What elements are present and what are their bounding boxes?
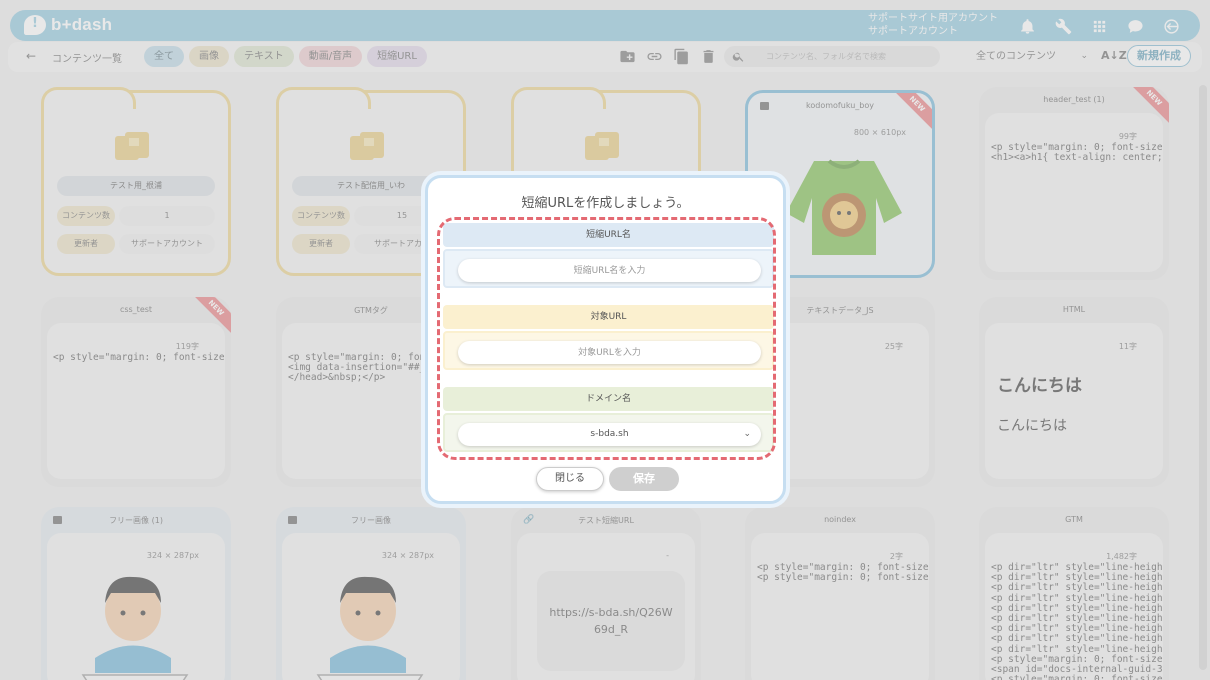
highlight-dashed-outline (437, 217, 776, 460)
close-button[interactable]: 閉じる (536, 467, 604, 491)
create-short-url-modal: 短縮URLを作成しましょう。 短縮URL名 対象URL ドメイン名 s-bda.… (425, 175, 786, 504)
save-button[interactable]: 保存 (609, 467, 679, 491)
modal-title: 短縮URLを作成しましょう。 (521, 196, 690, 211)
